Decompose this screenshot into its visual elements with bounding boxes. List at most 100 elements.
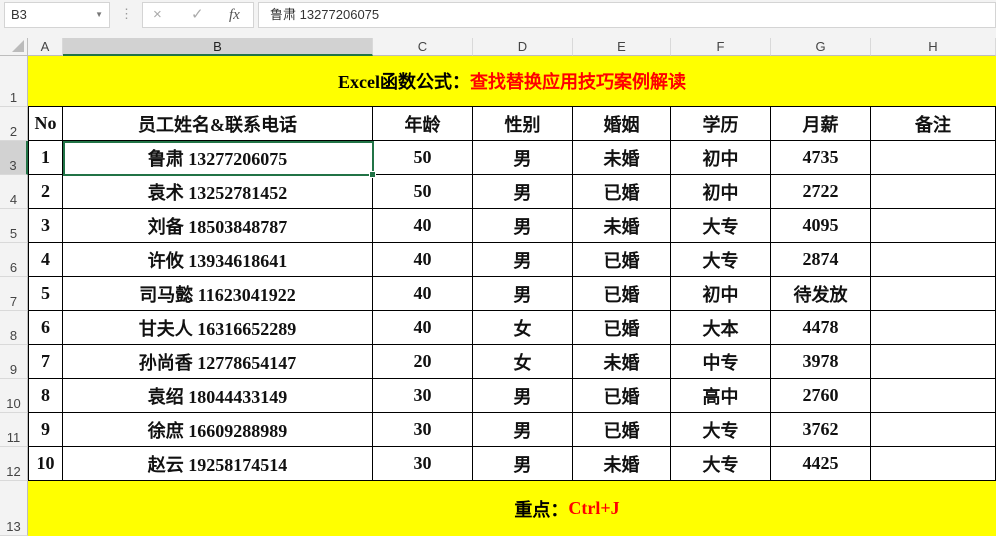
row-header-1[interactable]: 1 (0, 56, 28, 107)
row-header-3[interactable]: 3 (0, 141, 28, 175)
row-header-13[interactable]: 13 (0, 481, 28, 536)
row-header-12[interactable]: 12 (0, 447, 28, 481)
column-header-C[interactable]: C (373, 38, 473, 56)
fx-icon[interactable]: fx (229, 3, 240, 27)
name-box[interactable]: B3 ▼ (4, 2, 110, 28)
row-header-11[interactable]: 11 (0, 413, 28, 447)
table-cell[interactable]: 30 (373, 379, 473, 413)
column-header-G[interactable]: G (771, 38, 871, 56)
header-cell[interactable]: 婚姻 (573, 107, 671, 141)
header-cell[interactable]: 性别 (473, 107, 573, 141)
header-cell[interactable]: 学历 (671, 107, 771, 141)
select-all-button[interactable] (0, 38, 28, 56)
table-cell[interactable]: 30 (373, 447, 473, 481)
table-cell[interactable]: 初中 (671, 277, 771, 311)
table-cell[interactable] (871, 379, 996, 413)
table-cell[interactable]: 男 (473, 413, 573, 447)
table-cell[interactable]: 未婚 (573, 345, 671, 379)
table-cell[interactable]: 10 (28, 447, 63, 481)
table-cell[interactable]: 刘备 18503848787 (63, 209, 373, 243)
table-cell[interactable] (871, 311, 996, 345)
column-header-D[interactable]: D (473, 38, 573, 56)
table-cell[interactable]: 男 (473, 175, 573, 209)
table-cell[interactable]: 2760 (771, 379, 871, 413)
table-cell[interactable]: 40 (373, 209, 473, 243)
row-header-7[interactable]: 7 (0, 277, 28, 311)
table-cell[interactable]: 4425 (771, 447, 871, 481)
table-cell[interactable]: 3762 (771, 413, 871, 447)
column-header-H[interactable]: H (871, 38, 996, 56)
table-cell[interactable] (871, 141, 996, 175)
table-cell[interactable]: 甘夫人 16316652289 (63, 311, 373, 345)
table-cell[interactable] (871, 345, 996, 379)
table-cell[interactable]: 孙尚香 12778654147 (63, 345, 373, 379)
row-header-4[interactable]: 4 (0, 175, 28, 209)
table-cell[interactable]: 4095 (771, 209, 871, 243)
table-cell[interactable]: 20 (373, 345, 473, 379)
table-cell[interactable]: 40 (373, 277, 473, 311)
table-cell[interactable] (871, 413, 996, 447)
column-header-F[interactable]: F (671, 38, 771, 56)
table-cell[interactable]: 2 (28, 175, 63, 209)
table-cell[interactable]: 女 (473, 345, 573, 379)
table-cell[interactable]: 大本 (671, 311, 771, 345)
table-cell[interactable]: 男 (473, 379, 573, 413)
table-cell[interactable]: 3 (28, 209, 63, 243)
header-cell[interactable]: 年龄 (373, 107, 473, 141)
column-header-E[interactable]: E (573, 38, 671, 56)
table-cell[interactable] (871, 209, 996, 243)
table-cell[interactable]: 男 (473, 447, 573, 481)
table-cell[interactable]: 徐庶 16609288989 (63, 413, 373, 447)
table-cell[interactable]: 1 (28, 141, 63, 175)
table-cell[interactable]: 鲁肃 13277206075 (63, 141, 373, 175)
table-cell[interactable]: 初中 (671, 175, 771, 209)
table-cell[interactable]: 司马懿 11623041922 (63, 277, 373, 311)
header-cell[interactable]: 备注 (871, 107, 996, 141)
column-header-A[interactable]: A (28, 38, 63, 56)
row-header-8[interactable]: 8 (0, 311, 28, 345)
cancel-icon[interactable]: × (153, 3, 162, 27)
table-cell[interactable]: 大专 (671, 243, 771, 277)
table-cell[interactable]: 4 (28, 243, 63, 277)
table-cell[interactable]: 许攸 13934618641 (63, 243, 373, 277)
table-cell[interactable]: 大专 (671, 413, 771, 447)
table-cell[interactable]: 50 (373, 175, 473, 209)
table-cell[interactable]: 8 (28, 379, 63, 413)
table-cell[interactable]: 高中 (671, 379, 771, 413)
table-cell[interactable]: 已婚 (573, 413, 671, 447)
header-cell[interactable]: No (28, 107, 63, 141)
table-cell[interactable]: 袁绍 18044433149 (63, 379, 373, 413)
table-cell[interactable]: 未婚 (573, 447, 671, 481)
table-cell[interactable]: 已婚 (573, 379, 671, 413)
table-cell[interactable]: 7 (28, 345, 63, 379)
table-cell[interactable]: 男 (473, 141, 573, 175)
table-cell[interactable]: 女 (473, 311, 573, 345)
title-cell[interactable]: Excel函数公式： 查找替换应用技巧案例解读 (28, 56, 996, 107)
table-cell[interactable]: 40 (373, 243, 473, 277)
table-cell[interactable]: 50 (373, 141, 473, 175)
table-cell[interactable]: 2722 (771, 175, 871, 209)
row-header-2[interactable]: 2 (0, 107, 28, 141)
table-cell[interactable]: 4478 (771, 311, 871, 345)
table-cell[interactable]: 赵云 19258174514 (63, 447, 373, 481)
footer-cell[interactable]: 重点： Ctrl+J (28, 481, 996, 536)
table-cell[interactable]: 5 (28, 277, 63, 311)
table-cell[interactable]: 中专 (671, 345, 771, 379)
table-cell[interactable]: 已婚 (573, 277, 671, 311)
table-cell[interactable] (871, 243, 996, 277)
table-cell[interactable] (871, 277, 996, 311)
header-cell[interactable]: 月薪 (771, 107, 871, 141)
table-cell[interactable]: 男 (473, 277, 573, 311)
chevron-down-icon[interactable]: ▼ (95, 3, 103, 27)
table-cell[interactable]: 已婚 (573, 311, 671, 345)
table-cell[interactable]: 40 (373, 311, 473, 345)
row-header-5[interactable]: 5 (0, 209, 28, 243)
table-cell[interactable]: 6 (28, 311, 63, 345)
table-cell[interactable]: 9 (28, 413, 63, 447)
table-cell[interactable] (871, 175, 996, 209)
row-header-10[interactable]: 10 (0, 379, 28, 413)
column-header-B[interactable]: B (63, 38, 373, 56)
table-cell[interactable]: 大专 (671, 209, 771, 243)
table-cell[interactable]: 大专 (671, 447, 771, 481)
table-cell[interactable] (871, 447, 996, 481)
